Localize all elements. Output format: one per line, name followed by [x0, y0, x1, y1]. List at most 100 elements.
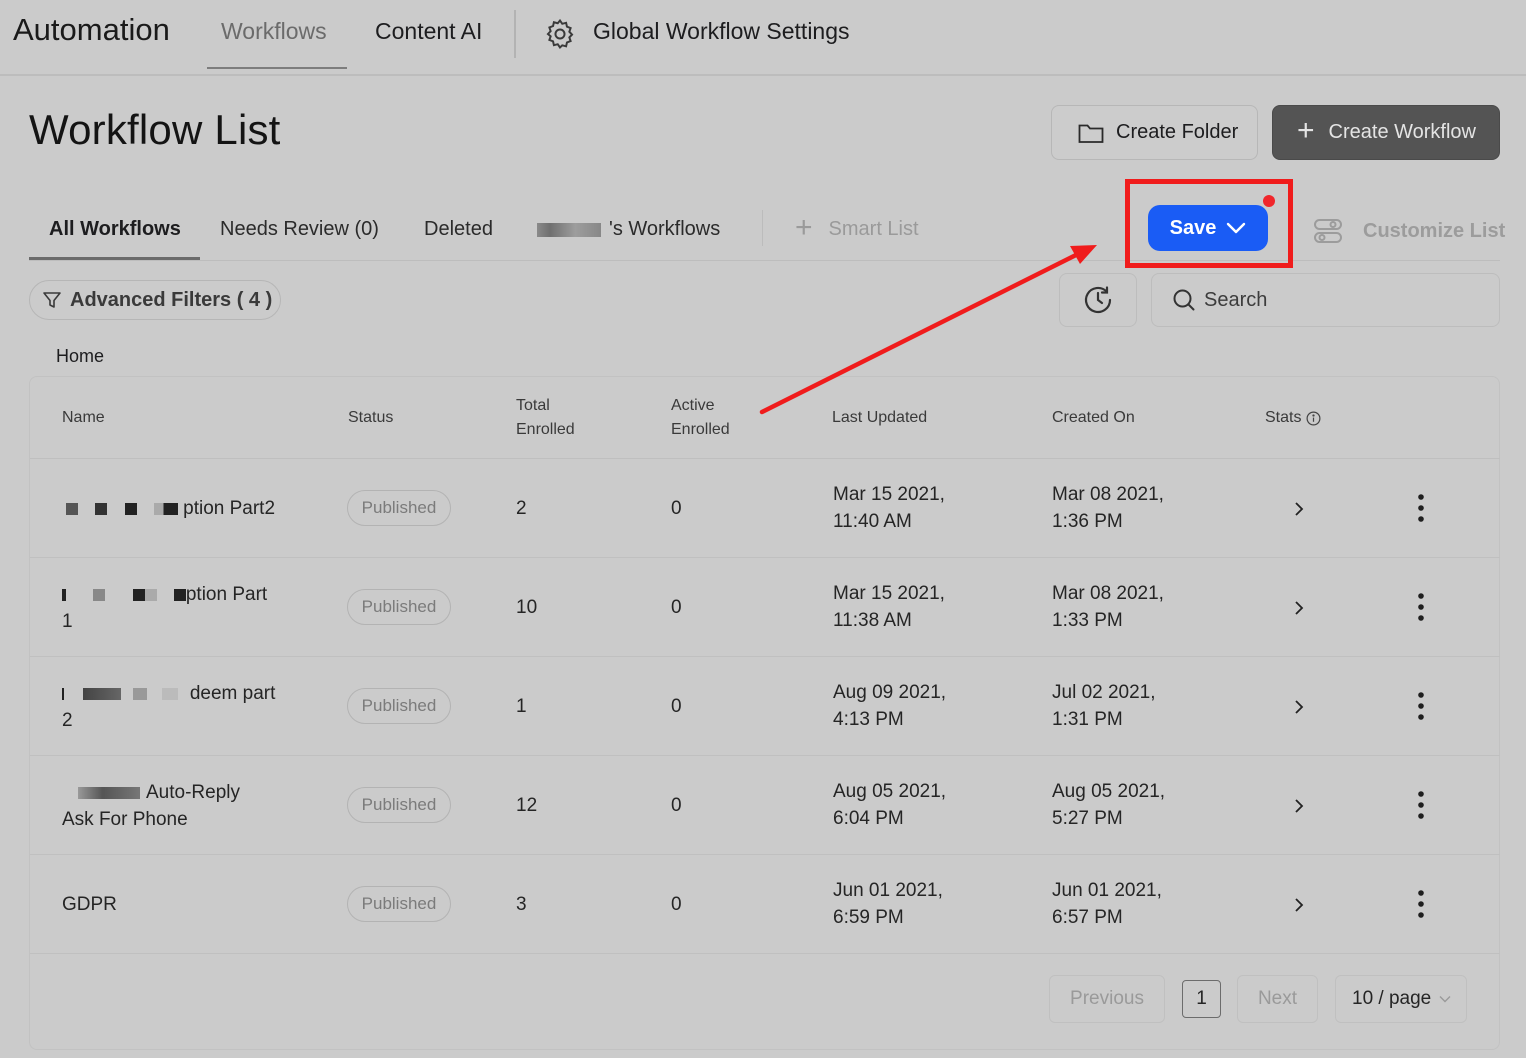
table-row[interactable]: ption Part 1 Published 10 0 Mar 15 2021,…: [30, 558, 1500, 657]
redacted-text: [161, 687, 178, 700]
gear-icon[interactable]: [543, 17, 577, 51]
created-on-time: 1:31 PM: [1052, 709, 1123, 730]
page-size-select[interactable]: 10 / page: [1335, 975, 1467, 1023]
chevron-right-icon[interactable]: [1292, 797, 1306, 815]
plus-icon: +: [795, 211, 813, 244]
last-updated-time: 11:38 AM: [833, 610, 912, 631]
advanced-filters-label: Advanced Filters ( 4 ): [70, 288, 273, 311]
breadcrumb[interactable]: Home: [56, 346, 104, 367]
search-input[interactable]: [1204, 288, 1464, 312]
workflow-name-text: Auto-Reply: [146, 782, 240, 803]
history-button[interactable]: [1059, 273, 1137, 327]
workflow-name[interactable]: ption Part2: [62, 495, 292, 522]
workflow-name[interactable]: ption Part 1: [62, 581, 292, 635]
smart-list-button[interactable]: + Smart List: [795, 211, 919, 244]
more-options-icon[interactable]: [1416, 593, 1426, 621]
workflow-name[interactable]: Auto-Reply Ask For Phone: [62, 779, 292, 833]
total-enrolled: 10: [516, 597, 538, 618]
status-badge: Published: [347, 787, 451, 823]
column-header-total-enrolled[interactable]: Total Enrolled: [516, 394, 575, 442]
chevron-down-icon: [1439, 996, 1451, 1003]
redacted-text: [95, 502, 108, 515]
redacted-text: [132, 588, 157, 601]
status-badge: Published: [347, 490, 451, 526]
created-on-date: Jul 02 2021,: [1052, 682, 1156, 703]
chevron-right-icon[interactable]: [1292, 599, 1306, 617]
last-updated-date: Mar 15 2021,: [833, 484, 945, 505]
more-options-icon[interactable]: [1416, 791, 1426, 819]
customize-list-label: Customize List: [1363, 219, 1506, 242]
more-options-icon[interactable]: [1416, 890, 1426, 918]
last-updated: Aug 09 2021, 4:13 PM: [833, 679, 946, 733]
redacted-text: [132, 687, 147, 700]
tabs-divider: [762, 210, 763, 246]
workflow-name-text-line2: 2: [62, 710, 73, 731]
more-options-icon[interactable]: [1416, 692, 1426, 720]
last-updated-date: Aug 05 2021,: [833, 781, 947, 802]
advanced-filters-button[interactable]: Advanced Filters ( 4 ): [29, 280, 281, 320]
redacted-text: [62, 687, 64, 700]
created-on-time: 1:36 PM: [1052, 511, 1123, 532]
workflow-name[interactable]: deem part 2: [62, 680, 292, 734]
chevron-right-icon[interactable]: [1292, 896, 1306, 914]
create-workflow-button[interactable]: + Create Workflow: [1272, 105, 1500, 160]
column-header-status[interactable]: Status: [348, 406, 393, 430]
history-icon: [1084, 286, 1112, 314]
created-on-time: 5:27 PM: [1052, 808, 1123, 829]
total-enrolled: 3: [516, 894, 527, 915]
redacted-text: [173, 588, 186, 601]
tab-content-ai[interactable]: Content AI: [375, 18, 482, 45]
next-page-button[interactable]: Next: [1237, 975, 1318, 1023]
redacted-user-name: [537, 223, 601, 237]
column-header-active-line2: Enrolled: [671, 421, 730, 438]
column-header-last-updated[interactable]: Last Updated: [832, 406, 927, 430]
tab-deleted[interactable]: Deleted: [424, 218, 493, 241]
create-folder-button[interactable]: Create Folder: [1051, 105, 1258, 160]
table-row[interactable]: deem part 2 Published 1 0 Aug 09 2021, 4…: [30, 657, 1500, 756]
table-row[interactable]: ption Part2 Published 2 0 Mar 15 2021, 1…: [30, 459, 1500, 558]
page-number-button[interactable]: 1: [1182, 980, 1221, 1018]
tab-needs-review[interactable]: Needs Review (0): [220, 218, 379, 241]
tab-all-workflows[interactable]: All Workflows: [49, 218, 181, 241]
active-enrolled: 0: [671, 894, 682, 915]
total-enrolled: 2: [516, 498, 527, 519]
save-button[interactable]: Save: [1148, 205, 1268, 251]
last-updated-date: Jun 01 2021,: [833, 880, 943, 901]
redacted-text: [153, 502, 178, 515]
more-options-icon[interactable]: [1416, 494, 1426, 522]
nav-divider: [514, 10, 516, 58]
create-folder-label: Create Folder: [1116, 121, 1239, 143]
tab-user-workflows[interactable]: 's Workflows: [609, 218, 720, 241]
top-navigation: Automation Workflows Content AI Global W…: [0, 0, 1526, 76]
workflow-name[interactable]: GDPR: [62, 891, 292, 918]
redacted-text: [78, 786, 140, 799]
tab-global-workflow-settings[interactable]: Global Workflow Settings: [593, 18, 850, 45]
column-header-created-on[interactable]: Created On: [1052, 406, 1135, 430]
chevron-right-icon[interactable]: [1292, 500, 1306, 518]
previous-page-button[interactable]: Previous: [1049, 975, 1165, 1023]
app-title: Automation: [13, 12, 170, 47]
page-size-value: 10 / page: [1352, 988, 1432, 1009]
page-title: Workflow List: [29, 106, 281, 153]
tab-workflows[interactable]: Workflows: [221, 18, 327, 45]
chevron-right-icon[interactable]: [1292, 698, 1306, 716]
filter-icon: [43, 292, 61, 308]
last-updated: Mar 15 2021, 11:40 AM: [833, 481, 945, 535]
column-header-stats[interactable]: Stats: [1265, 406, 1321, 430]
info-icon[interactable]: [1306, 411, 1321, 426]
customize-list-button[interactable]: Customize List: [1313, 216, 1505, 246]
search-box[interactable]: [1151, 273, 1500, 327]
workflow-name-text: deem part: [189, 683, 276, 704]
last-updated-time: 6:59 PM: [833, 907, 904, 928]
redacted-text: [93, 588, 106, 601]
workflow-name-text-line2: 1: [62, 611, 73, 632]
table-row[interactable]: GDPR Published 3 0 Jun 01 2021, 6:59 PM …: [30, 855, 1500, 954]
last-updated-date: Mar 15 2021,: [833, 583, 945, 604]
toggle-settings-icon: [1314, 219, 1342, 243]
created-on-date: Mar 08 2021,: [1052, 583, 1164, 604]
column-header-name[interactable]: Name: [62, 406, 105, 430]
table-row[interactable]: Auto-Reply Ask For Phone Published 12 0 …: [30, 756, 1500, 855]
created-on-date: Jun 01 2021,: [1052, 880, 1162, 901]
column-header-active-enrolled[interactable]: Active Enrolled: [671, 394, 730, 442]
created-on: Mar 08 2021, 1:36 PM: [1052, 481, 1164, 535]
